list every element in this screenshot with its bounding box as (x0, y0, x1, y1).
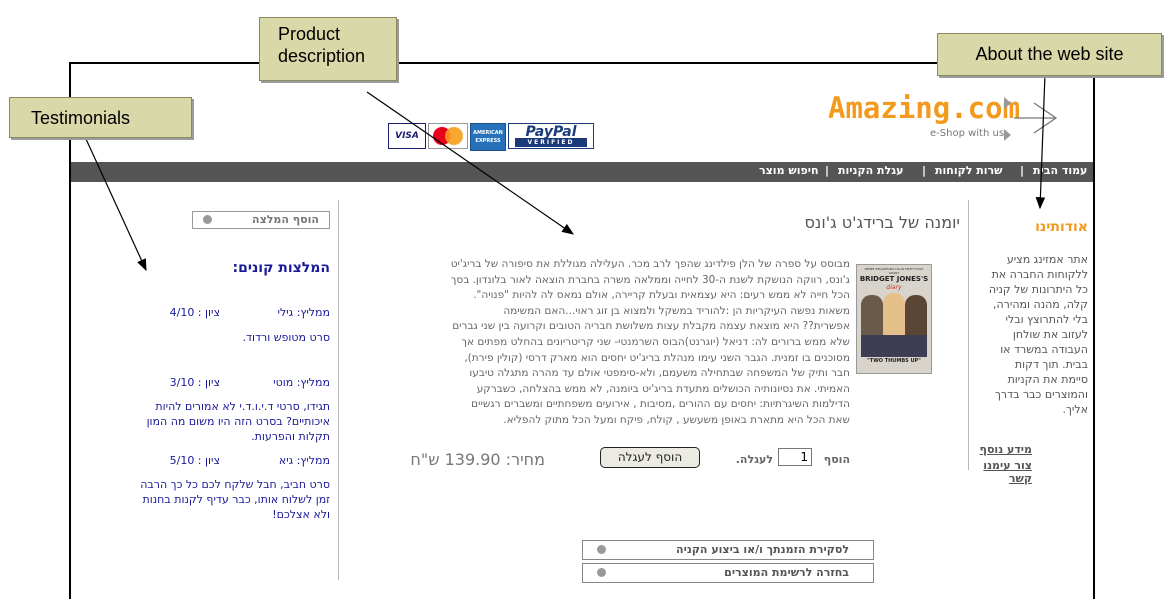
callout-line: Product (278, 24, 341, 44)
callout-line: description (278, 46, 366, 66)
callout-label: About the web site (975, 44, 1124, 64)
callout-testimonials: Testimonials (9, 97, 192, 138)
callout-label: Testimonials (31, 108, 131, 128)
callout-product-description: Product description (259, 17, 397, 81)
callout-about: About the web site (937, 33, 1162, 76)
callout-pointers (85, 73, 1046, 272)
